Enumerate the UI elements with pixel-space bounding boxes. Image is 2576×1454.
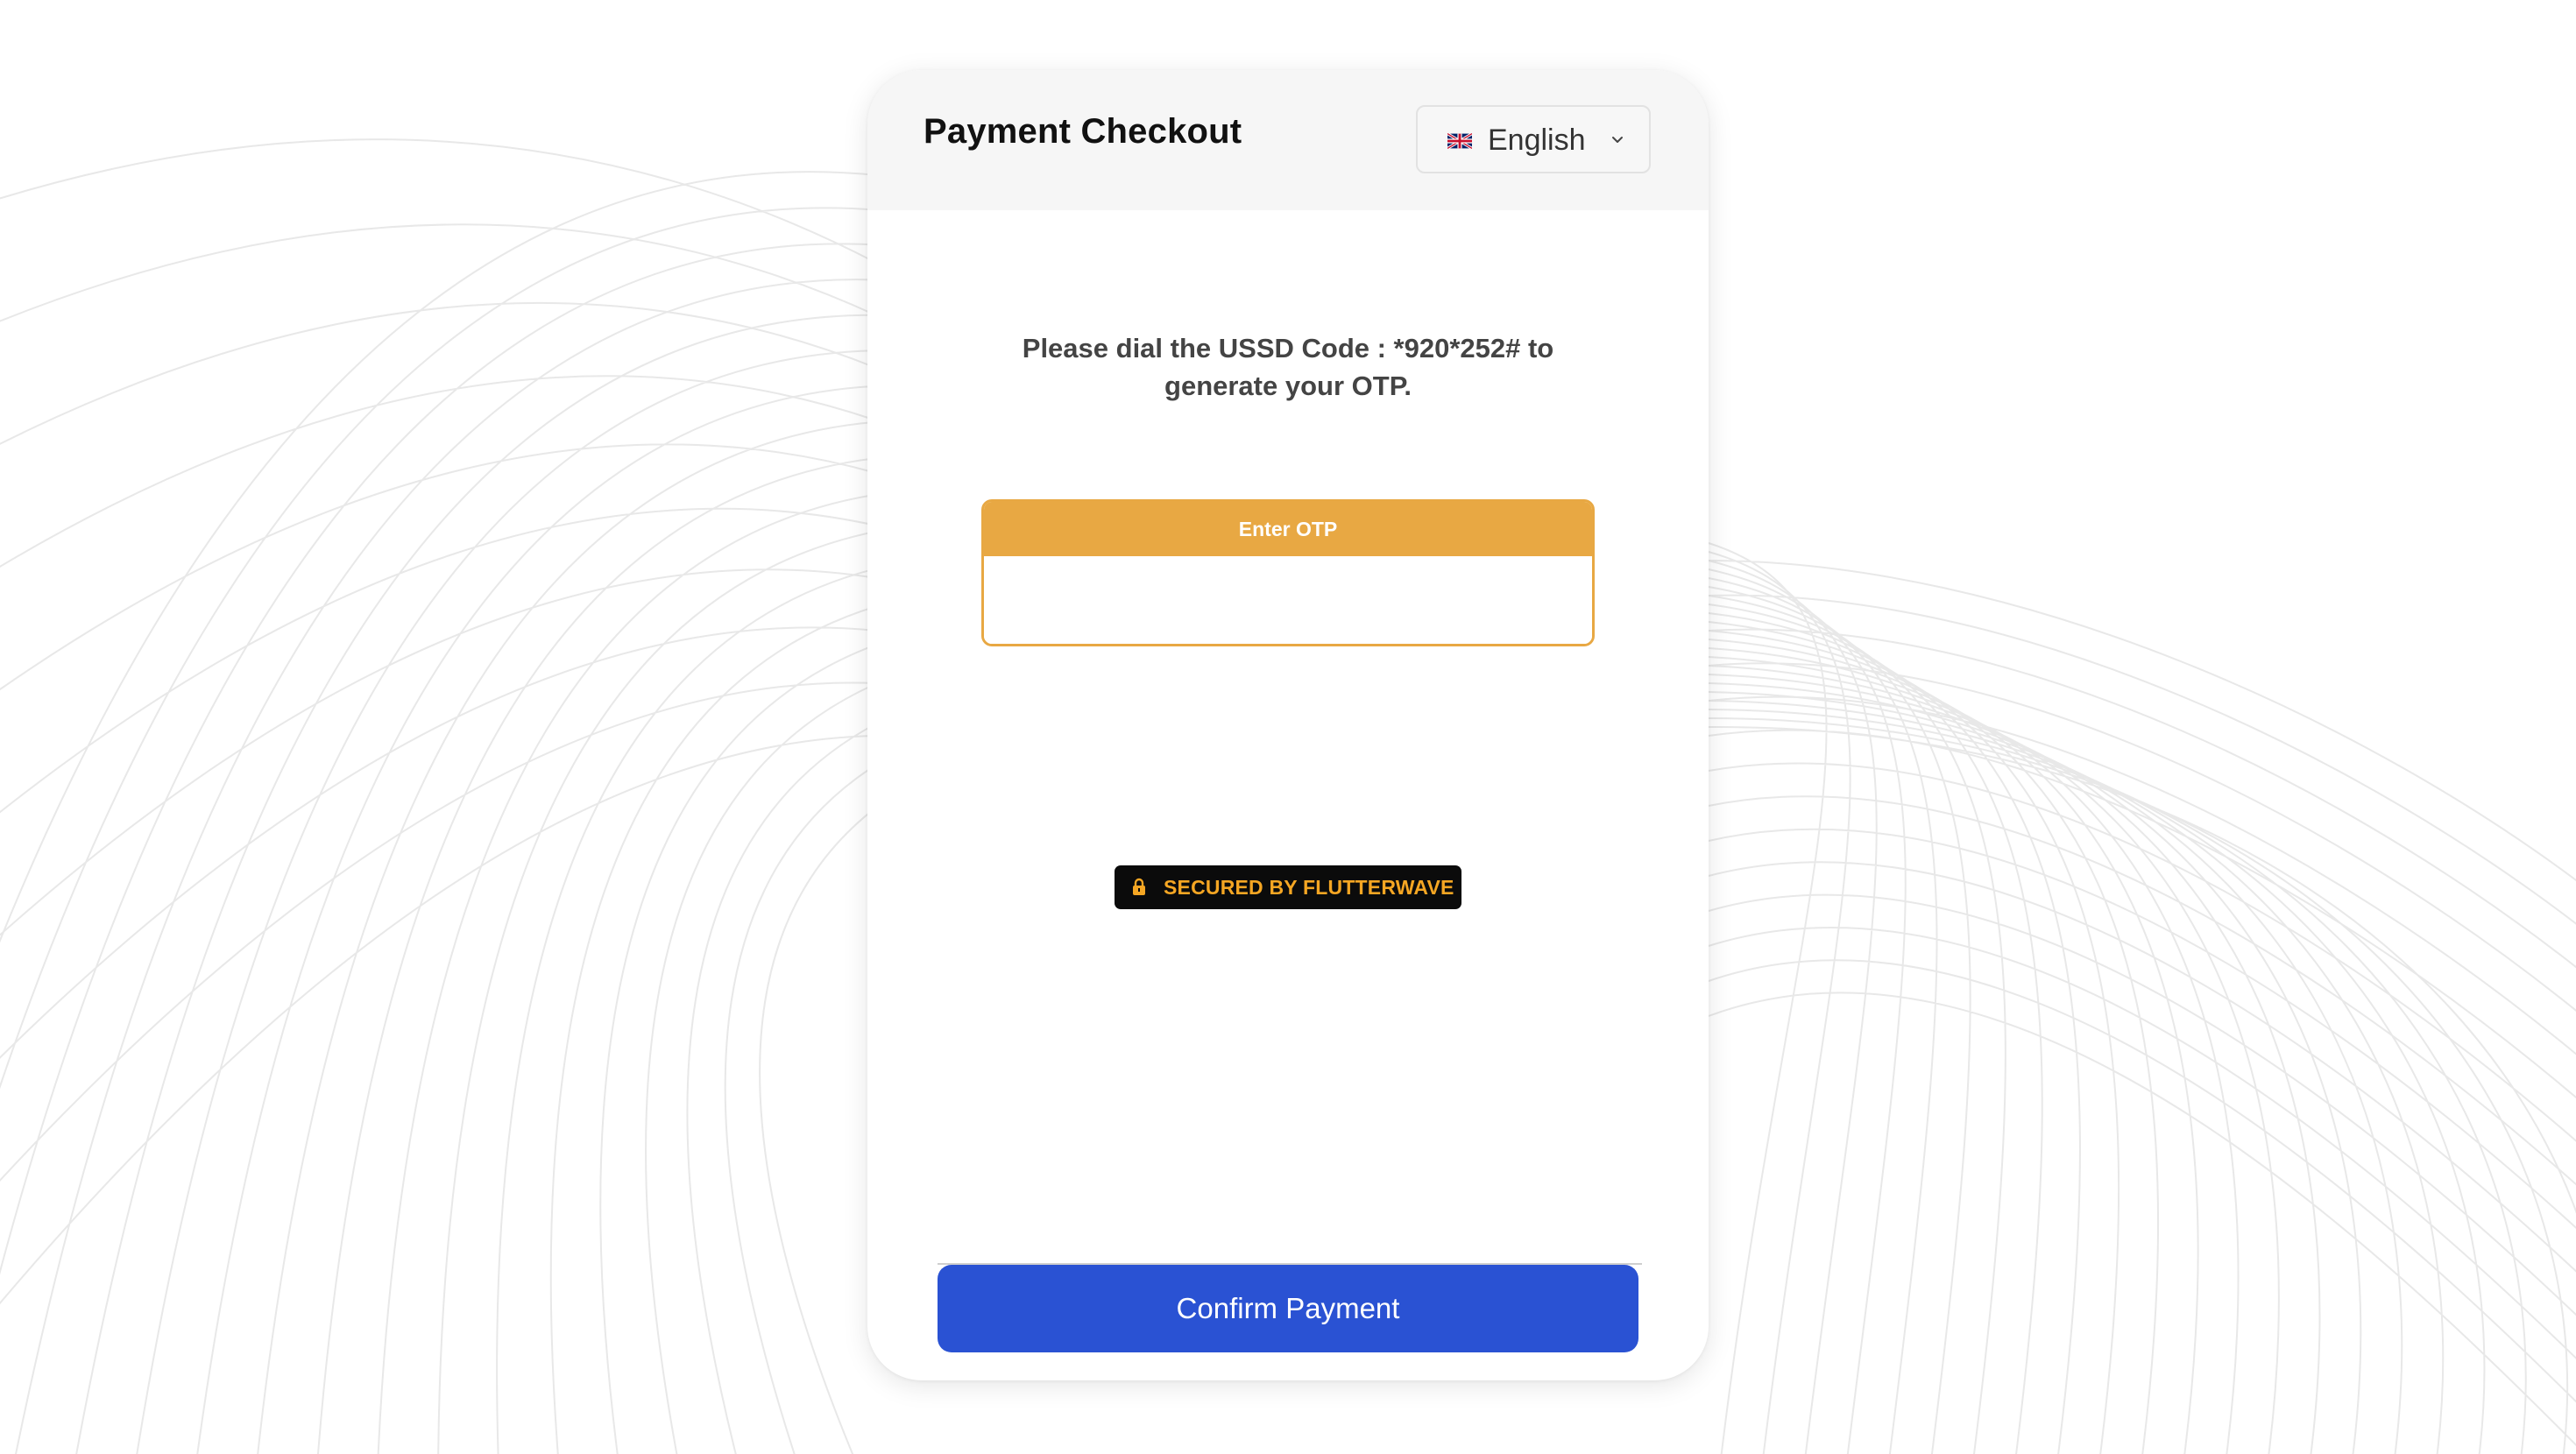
lock-icon (1133, 878, 1145, 895)
chevron-down-icon (1612, 137, 1623, 143)
otp-field-container: Enter OTP (981, 499, 1595, 646)
otp-input[interactable] (984, 556, 1592, 644)
page-title: Payment Checkout (924, 112, 1242, 151)
checkout-card: Payment Checkout English Please dial the… (867, 70, 1709, 1380)
otp-label: Enter OTP (984, 502, 1592, 556)
language-select[interactable]: English (1416, 105, 1651, 173)
ussd-instruction: Please dial the USSD Code : *920*252# to… (1022, 333, 1554, 401)
secured-badge-text: SECURED BY FLUTTERWAVE (1164, 876, 1454, 899)
uk-flag-icon (1447, 133, 1472, 149)
secured-badge: SECURED BY FLUTTERWAVE (1115, 865, 1461, 909)
page-stage: Payment Checkout English Please dial the… (0, 0, 2576, 1454)
language-label: English (1488, 124, 1586, 157)
confirm-payment-button[interactable]: Confirm Payment (938, 1265, 1638, 1352)
card-header: Payment Checkout English (867, 70, 1709, 210)
